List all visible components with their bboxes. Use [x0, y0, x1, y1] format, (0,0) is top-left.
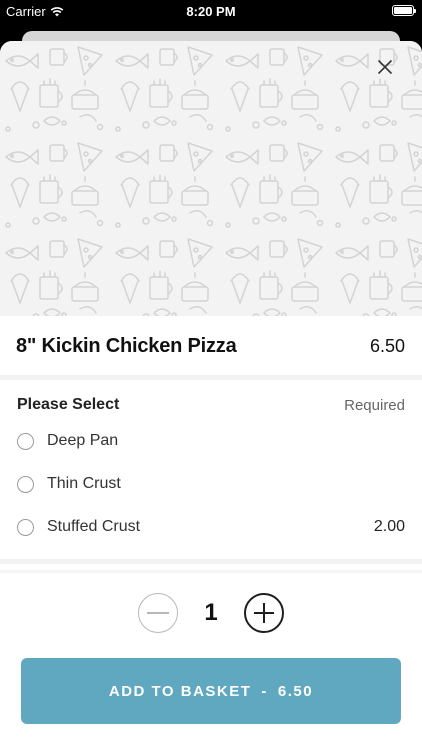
quantity-stepper: 1 [0, 593, 422, 633]
product-header: 8" Kickin Chicken Pizza 6.50 [0, 316, 422, 376]
decrease-quantity-button[interactable] [138, 593, 178, 633]
option-label: Stuffed Crust [47, 518, 141, 535]
divider [0, 559, 422, 564]
option-group-title: Please Select [17, 396, 120, 413]
status-time: 8:20 PM [186, 4, 236, 19]
option-stuffed-crust[interactable]: Stuffed Crust 2.00 [17, 512, 405, 542]
battery-icon [392, 5, 416, 16]
option-price: 2.00 [373, 518, 405, 535]
basket-button-price: 6.50 [277, 682, 314, 700]
radio-button[interactable] [17, 518, 34, 536]
option-label: Deep Pan [47, 432, 119, 449]
hero-image [0, 41, 422, 316]
option-group-header: Please Select Required [17, 396, 405, 414]
radio-button[interactable] [17, 475, 34, 493]
option-label: Thin Crust [47, 475, 121, 492]
close-button[interactable] [376, 58, 394, 76]
required-label: Required [344, 396, 405, 414]
quantity-value: 1 [204, 599, 218, 626]
item-sheet: 8" Kickin Chicken Pizza 6.50 Please Sele… [0, 41, 422, 750]
add-to-basket-button[interactable]: ADD TO BASKET - 6.50 [21, 658, 401, 724]
option-thin-crust[interactable]: Thin Crust [17, 469, 405, 499]
radio-button[interactable] [17, 432, 34, 450]
divider [0, 375, 422, 380]
basket-button-separator: - [261, 682, 268, 700]
basket-button-label: ADD TO BASKET [108, 682, 252, 700]
status-bar: Carrier 8:20 PM [0, 0, 422, 24]
option-deep-pan[interactable]: Deep Pan [17, 426, 405, 456]
close-icon [378, 60, 392, 74]
increase-quantity-button[interactable] [244, 593, 284, 633]
divider [0, 570, 422, 573]
product-name: 8" Kickin Chicken Pizza [16, 334, 237, 357]
battery-level [394, 7, 412, 14]
product-price: 6.50 [369, 335, 405, 356]
food-doodle-pattern [0, 41, 422, 316]
